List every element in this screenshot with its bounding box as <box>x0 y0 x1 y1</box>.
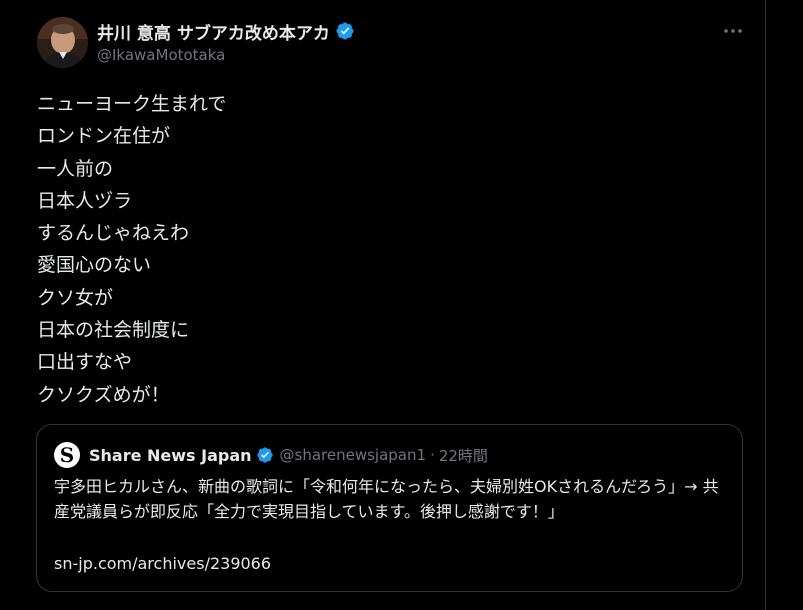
tweet-text-line: ニューヨーク生まれで <box>37 93 227 115</box>
tweet-text-line: 口出すなや <box>37 351 133 374</box>
quoted-tweet-card[interactable]: S Share News Japan @sharenewsjapan1 · 22… <box>36 424 743 592</box>
quoted-author-handle[interactable]: @sharenewsjapan1 <box>280 446 427 464</box>
user-avatar-icon <box>37 17 88 68</box>
quoted-timestamp[interactable]: 22時間 <box>439 445 488 466</box>
tweet-text-line: 一人前の <box>37 157 114 180</box>
verified-badge-icon <box>256 447 273 463</box>
tweet-text-line: 日本の社会制度に <box>37 319 190 342</box>
tweet: 井川 意高 サブアカ改め本アカ @IkawaMototaka ニューヨーク生まれ… <box>0 0 765 610</box>
more-options-icon <box>724 29 742 33</box>
quoted-author-name[interactable]: Share News Japan <box>89 446 252 465</box>
quoted-tweet-text: 宇多田ヒカルさん、新曲の歌詞に「令和何年になったら、夫婦別姓OKされるんだろう」… <box>54 477 719 521</box>
quoted-tweet-link[interactable]: sn-jp.com/archives/239066 <box>54 551 271 576</box>
tweet-text-line: クソクズめが！ <box>37 383 170 406</box>
tweet-text-line: 愛国心のない <box>37 254 152 277</box>
column-divider <box>765 0 766 610</box>
quoted-tweet-header: S Share News Japan @sharenewsjapan1 · 22… <box>54 442 488 468</box>
more-options-button[interactable] <box>722 22 744 40</box>
tweet-header: 井川 意高 サブアカ改め本アカ @IkawaMototaka <box>97 18 355 64</box>
tweet-text-line: 日本人ヅラ <box>37 189 133 212</box>
quoted-author-logo: S <box>54 442 80 468</box>
author-name-row: 井川 意高 サブアカ改め本アカ <box>97 18 355 44</box>
meta-separator: · <box>430 446 435 464</box>
author-display-name[interactable]: 井川 意高 サブアカ改め本アカ <box>97 19 330 44</box>
tweet-text: ニューヨーク生まれで ロンドン在住が 一人前の 日本人ヅラ するんじゃねえわ 愛… <box>37 88 737 411</box>
verified-badge-icon <box>336 22 354 40</box>
tweet-text-line: するんじゃねえわ <box>37 222 190 245</box>
tweet-text-line: ロンドン在住が <box>37 125 171 148</box>
tweet-text-line: クソ女が <box>37 286 114 309</box>
author-handle[interactable]: @IkawaMototaka <box>97 46 355 64</box>
author-avatar[interactable] <box>37 17 88 68</box>
page: 井川 意高 サブアカ改め本アカ @IkawaMototaka ニューヨーク生まれ… <box>0 0 803 610</box>
